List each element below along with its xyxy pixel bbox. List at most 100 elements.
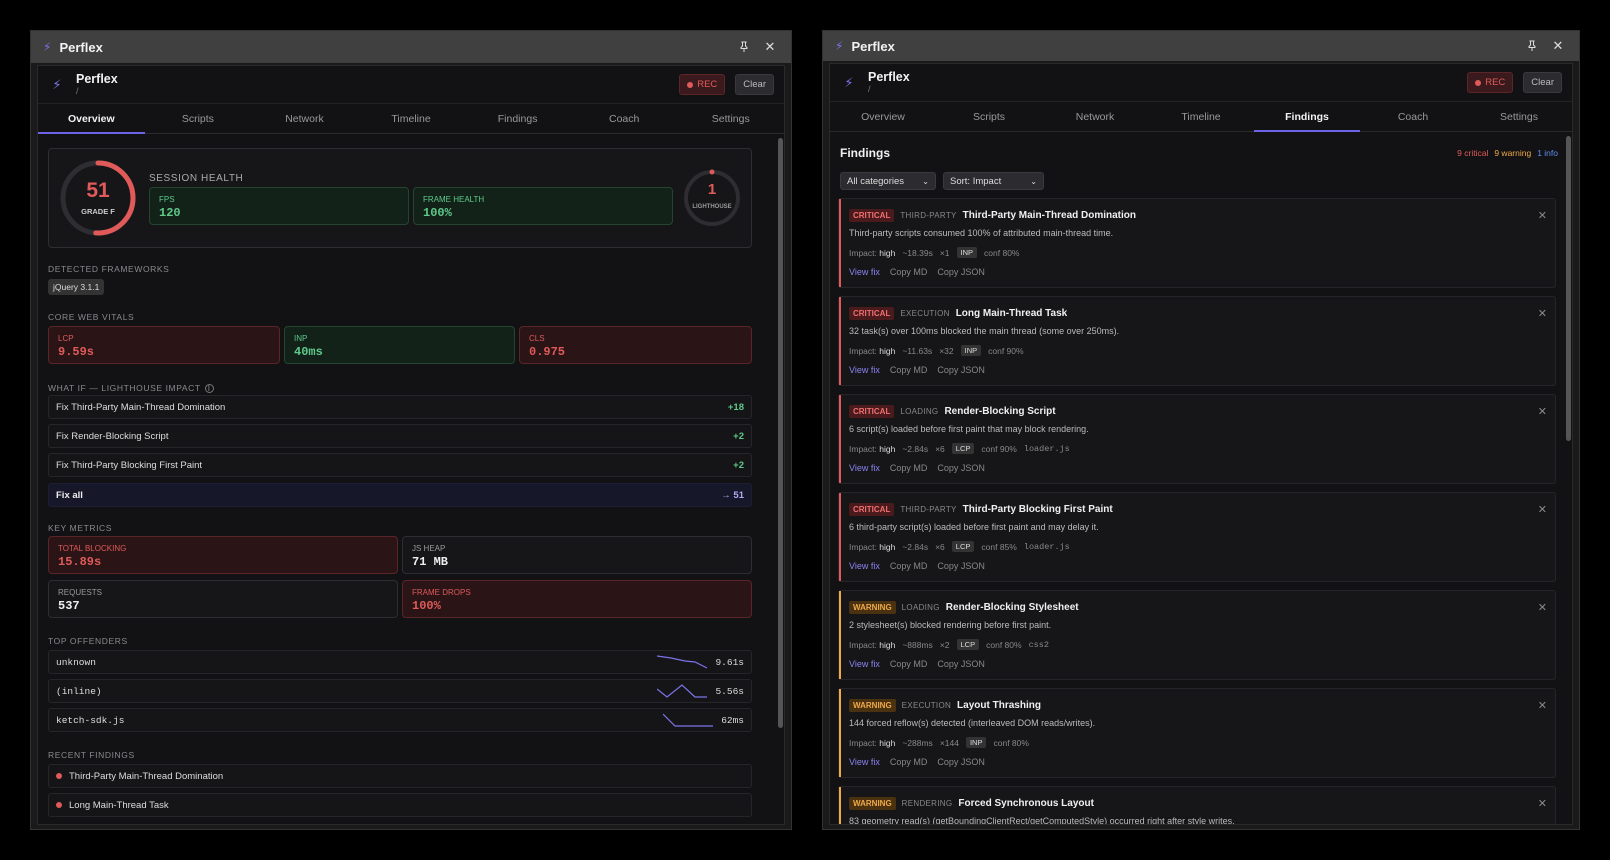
recent-finding-row[interactable]: Third-Party Main-Thread Domination [48,764,752,788]
chevron-down-icon: ⌄ [922,176,929,186]
copy-md-button[interactable]: Copy MD [890,267,928,277]
tab-coach[interactable]: Coach [1360,102,1466,131]
lighthouse-value: 1 [707,181,717,198]
copy-json-button[interactable]: Copy JSON [937,659,985,669]
finding-card[interactable]: WARNING LOADING Render-Blocking Styleshe… [838,590,1556,680]
rec-button[interactable]: REC [1467,72,1514,93]
pin-icon[interactable] [1523,40,1541,52]
tab-bar: Overview Scripts Network Timeline Findin… [830,102,1572,132]
copy-json-button[interactable]: Copy JSON [937,365,985,375]
finding-card[interactable]: WARNING RENDERING Forced Synchronous Lay… [838,786,1556,824]
copy-md-button[interactable]: Copy MD [890,757,928,767]
copy-md-button[interactable]: Copy MD [890,365,928,375]
finding-card[interactable]: CRITICAL THIRD-PARTY Third-Party Blockin… [838,492,1556,582]
tab-findings[interactable]: Findings [464,104,571,133]
dismiss-icon[interactable]: ✕ [1538,307,1547,320]
dismiss-icon[interactable]: ✕ [1538,209,1547,222]
tab-coach[interactable]: Coach [571,104,678,133]
tab-settings[interactable]: Settings [677,104,784,133]
category-filter[interactable]: All categories ⌄ [840,172,936,190]
sort-filter[interactable]: Sort: Impact ⌄ [943,172,1044,190]
window-titlebar[interactable]: ⚡ Perflex ✕ [31,31,791,63]
finding-file: css2 [1028,639,1049,650]
finding-count: ×6 [935,541,945,552]
severity-bar [839,689,841,777]
clear-button[interactable]: Clear [1523,72,1562,93]
scrollbar[interactable] [778,138,783,728]
finding-description: 6 script(s) loaded before first paint th… [849,424,1089,434]
metric-total-blocking: TOTAL BLOCKING 15.89s [48,536,398,574]
impact-value: high [879,541,896,552]
copy-md-button[interactable]: Copy MD [890,561,928,571]
offender-value: 5.56s [715,685,744,697]
severity-badge: WARNING [849,601,896,614]
tab-scripts[interactable]: Scripts [145,104,252,133]
dismiss-icon[interactable]: ✕ [1538,601,1547,614]
offender-row[interactable]: unknown 9.61s [48,650,752,674]
copy-md-button[interactable]: Copy MD [890,463,928,473]
tab-network[interactable]: Network [1042,102,1148,131]
finding-title: Long Main-Thread Task [955,308,1068,319]
cwv-lcp-value: 9.59s [58,345,95,359]
clear-button[interactable]: Clear [735,74,774,95]
recent-finding-title: Third-Party Main-Thread Domination [69,770,224,782]
copy-json-button[interactable]: Copy JSON [937,561,985,571]
cwv-inp-label: INP [294,334,308,343]
dismiss-icon[interactable]: ✕ [1538,503,1547,516]
finding-description: 144 forced reflow(s) detected (interleav… [849,718,1096,728]
tab-timeline[interactable]: Timeline [358,104,465,133]
whatif-row[interactable]: Fix Render-Blocking Script +2 [48,424,752,448]
view-fix-link[interactable]: View fix [849,463,880,473]
view-fix-link[interactable]: View fix [849,561,880,571]
view-fix-link[interactable]: View fix [849,365,880,375]
dismiss-icon[interactable]: ✕ [1538,405,1547,418]
offender-row[interactable]: ketch-sdk.js 62ms [48,708,752,732]
dismiss-icon[interactable]: ✕ [1538,699,1547,712]
info-icon[interactable]: i [204,383,214,393]
close-icon[interactable]: ✕ [1549,38,1567,54]
finding-title: Forced Synchronous Layout [958,798,1094,809]
finding-card[interactable]: CRITICAL EXECUTION Long Main-Thread Task… [838,296,1556,386]
tab-scripts[interactable]: Scripts [936,102,1042,131]
impact-label: Impact: high [849,443,896,454]
whatif-row[interactable]: Fix Third-Party Blocking First Paint +2 [48,453,752,477]
offender-value: 62ms [721,714,744,726]
tab-settings[interactable]: Settings [1466,102,1572,131]
finding-header: CRITICAL THIRD-PARTY Third-Party Main-Th… [849,209,1136,222]
scrollbar[interactable] [1566,136,1571,441]
severity-badge: CRITICAL [849,405,895,418]
close-icon[interactable]: ✕ [761,39,779,55]
fix-all-row[interactable]: Fix all → 51 [48,483,752,507]
logo-icon: ⚡ [52,76,62,92]
finding-header: WARNING EXECUTION Layout Thrashing [849,699,1041,712]
app-panel: ⚡ Perflex / REC Clear Overview Scripts N… [829,63,1573,825]
copy-json-button[interactable]: Copy JSON [937,757,985,767]
recent-finding-row[interactable]: Long Main-Thread Task [48,793,752,817]
tab-overview[interactable]: Overview [38,104,145,134]
tab-findings[interactable]: Findings [1254,102,1360,132]
tab-overview[interactable]: Overview [830,102,936,131]
view-fix-link[interactable]: View fix [849,757,880,767]
metric-value: 15.89s [58,555,102,569]
logo-icon: ⚡ [844,74,854,90]
metric-pill: INP [965,737,987,748]
fps-label: FPS [159,195,175,204]
view-fix-link[interactable]: View fix [849,267,880,277]
finding-count: ×2 [939,639,950,650]
rec-button[interactable]: REC [679,74,726,95]
dismiss-icon[interactable]: ✕ [1538,797,1547,810]
tab-timeline[interactable]: Timeline [1148,102,1254,131]
pin-icon[interactable] [735,41,753,53]
view-fix-link[interactable]: View fix [849,659,880,669]
window-titlebar[interactable]: ⚡ Perflex ✕ [823,31,1579,61]
tab-network[interactable]: Network [251,104,358,133]
finding-card[interactable]: WARNING EXECUTION Layout Thrashing ✕ 144… [838,688,1556,778]
copy-json-button[interactable]: Copy JSON [937,463,985,473]
finding-card[interactable]: CRITICAL LOADING Render-Blocking Script … [838,394,1556,484]
copy-json-button[interactable]: Copy JSON [937,267,985,277]
finding-card[interactable]: CRITICAL THIRD-PARTY Third-Party Main-Th… [838,198,1556,288]
offender-row[interactable]: (inline) 5.56s [48,679,752,703]
copy-md-button[interactable]: Copy MD [890,659,928,669]
whatif-row[interactable]: Fix Third-Party Main-Thread Domination +… [48,395,752,419]
finding-meta: Impact: high ~888ms ×2 LCP conf 80% css2 [849,639,1049,650]
